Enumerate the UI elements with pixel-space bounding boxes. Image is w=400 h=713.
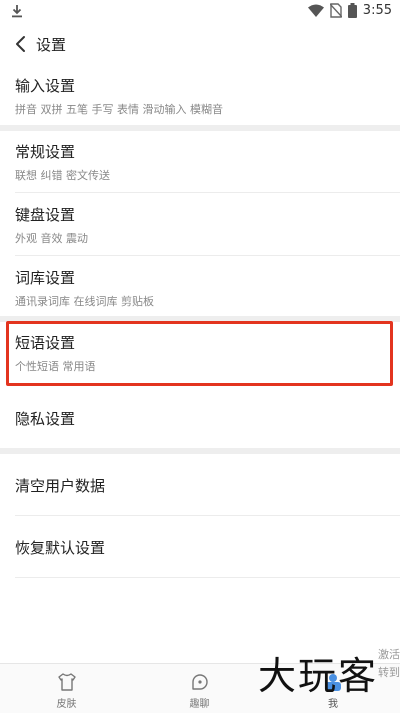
item-label: 清空用户数据 bbox=[15, 477, 106, 495]
divider bbox=[15, 192, 400, 193]
item-label: 隐私设置 bbox=[15, 410, 76, 428]
watermark-side-top: 激活 bbox=[378, 648, 400, 661]
tab-label: 趣聊 bbox=[189, 699, 210, 710]
settings-item-dictionary[interactable]: 词库设置 通讯录词库 在线词库 剪贴板 bbox=[0, 268, 400, 309]
settings-item-keyboard[interactable]: 键盘设置 外观 音效 震动 bbox=[0, 205, 400, 246]
watermark-side-bottom: 转到 bbox=[378, 666, 400, 679]
divider bbox=[15, 255, 400, 256]
divider bbox=[15, 577, 400, 578]
shirt-icon bbox=[57, 673, 76, 691]
item-subtitle: 外观 音效 震动 bbox=[15, 232, 88, 245]
settings-item-general[interactable]: 常规设置 联想 纠错 密文传送 bbox=[0, 142, 400, 183]
watermark: 大玩客 bbox=[258, 654, 379, 698]
tab-label: 皮肤 bbox=[56, 699, 77, 710]
status-time: 3:55 bbox=[362, 3, 392, 18]
settings-item-input[interactable]: 输入设置 拼音 双拼 五笔 手写 表情 滑动输入 模糊音 bbox=[0, 76, 400, 117]
settings-item-privacy[interactable]: 隐私设置 bbox=[0, 408, 400, 429]
no-sim-icon bbox=[329, 3, 342, 18]
status-bar: 3:55 bbox=[0, 0, 400, 24]
tab-skin[interactable]: 皮肤 bbox=[0, 664, 133, 713]
chat-icon bbox=[191, 674, 208, 690]
highlight-box bbox=[6, 321, 393, 386]
back-arrow-icon[interactable] bbox=[12, 34, 32, 54]
item-subtitle: 联想 纠错 密文传送 bbox=[15, 169, 110, 182]
settings-item-clear-data[interactable]: 清空用户数据 bbox=[0, 475, 400, 496]
wifi-icon bbox=[307, 4, 324, 17]
item-subtitle: 拼音 双拼 五笔 手写 表情 滑动输入 模糊音 bbox=[15, 103, 223, 116]
item-label: 输入设置 bbox=[15, 77, 76, 95]
header: 设置 bbox=[0, 24, 400, 64]
divider bbox=[15, 515, 400, 516]
item-label: 常规设置 bbox=[15, 143, 76, 161]
item-label: 恢复默认设置 bbox=[15, 539, 106, 557]
page-title: 设置 bbox=[36, 36, 67, 54]
section-divider bbox=[0, 448, 400, 454]
settings-item-reset-defaults[interactable]: 恢复默认设置 bbox=[0, 537, 400, 558]
item-label: 键盘设置 bbox=[15, 206, 76, 224]
tab-chat[interactable]: 趣聊 bbox=[133, 664, 266, 713]
item-label: 词库设置 bbox=[15, 269, 76, 287]
item-subtitle: 通讯录词库 在线词库 剪贴板 bbox=[15, 295, 154, 308]
section-divider bbox=[0, 125, 400, 131]
battery-icon bbox=[347, 3, 357, 18]
download-icon bbox=[12, 5, 22, 18]
